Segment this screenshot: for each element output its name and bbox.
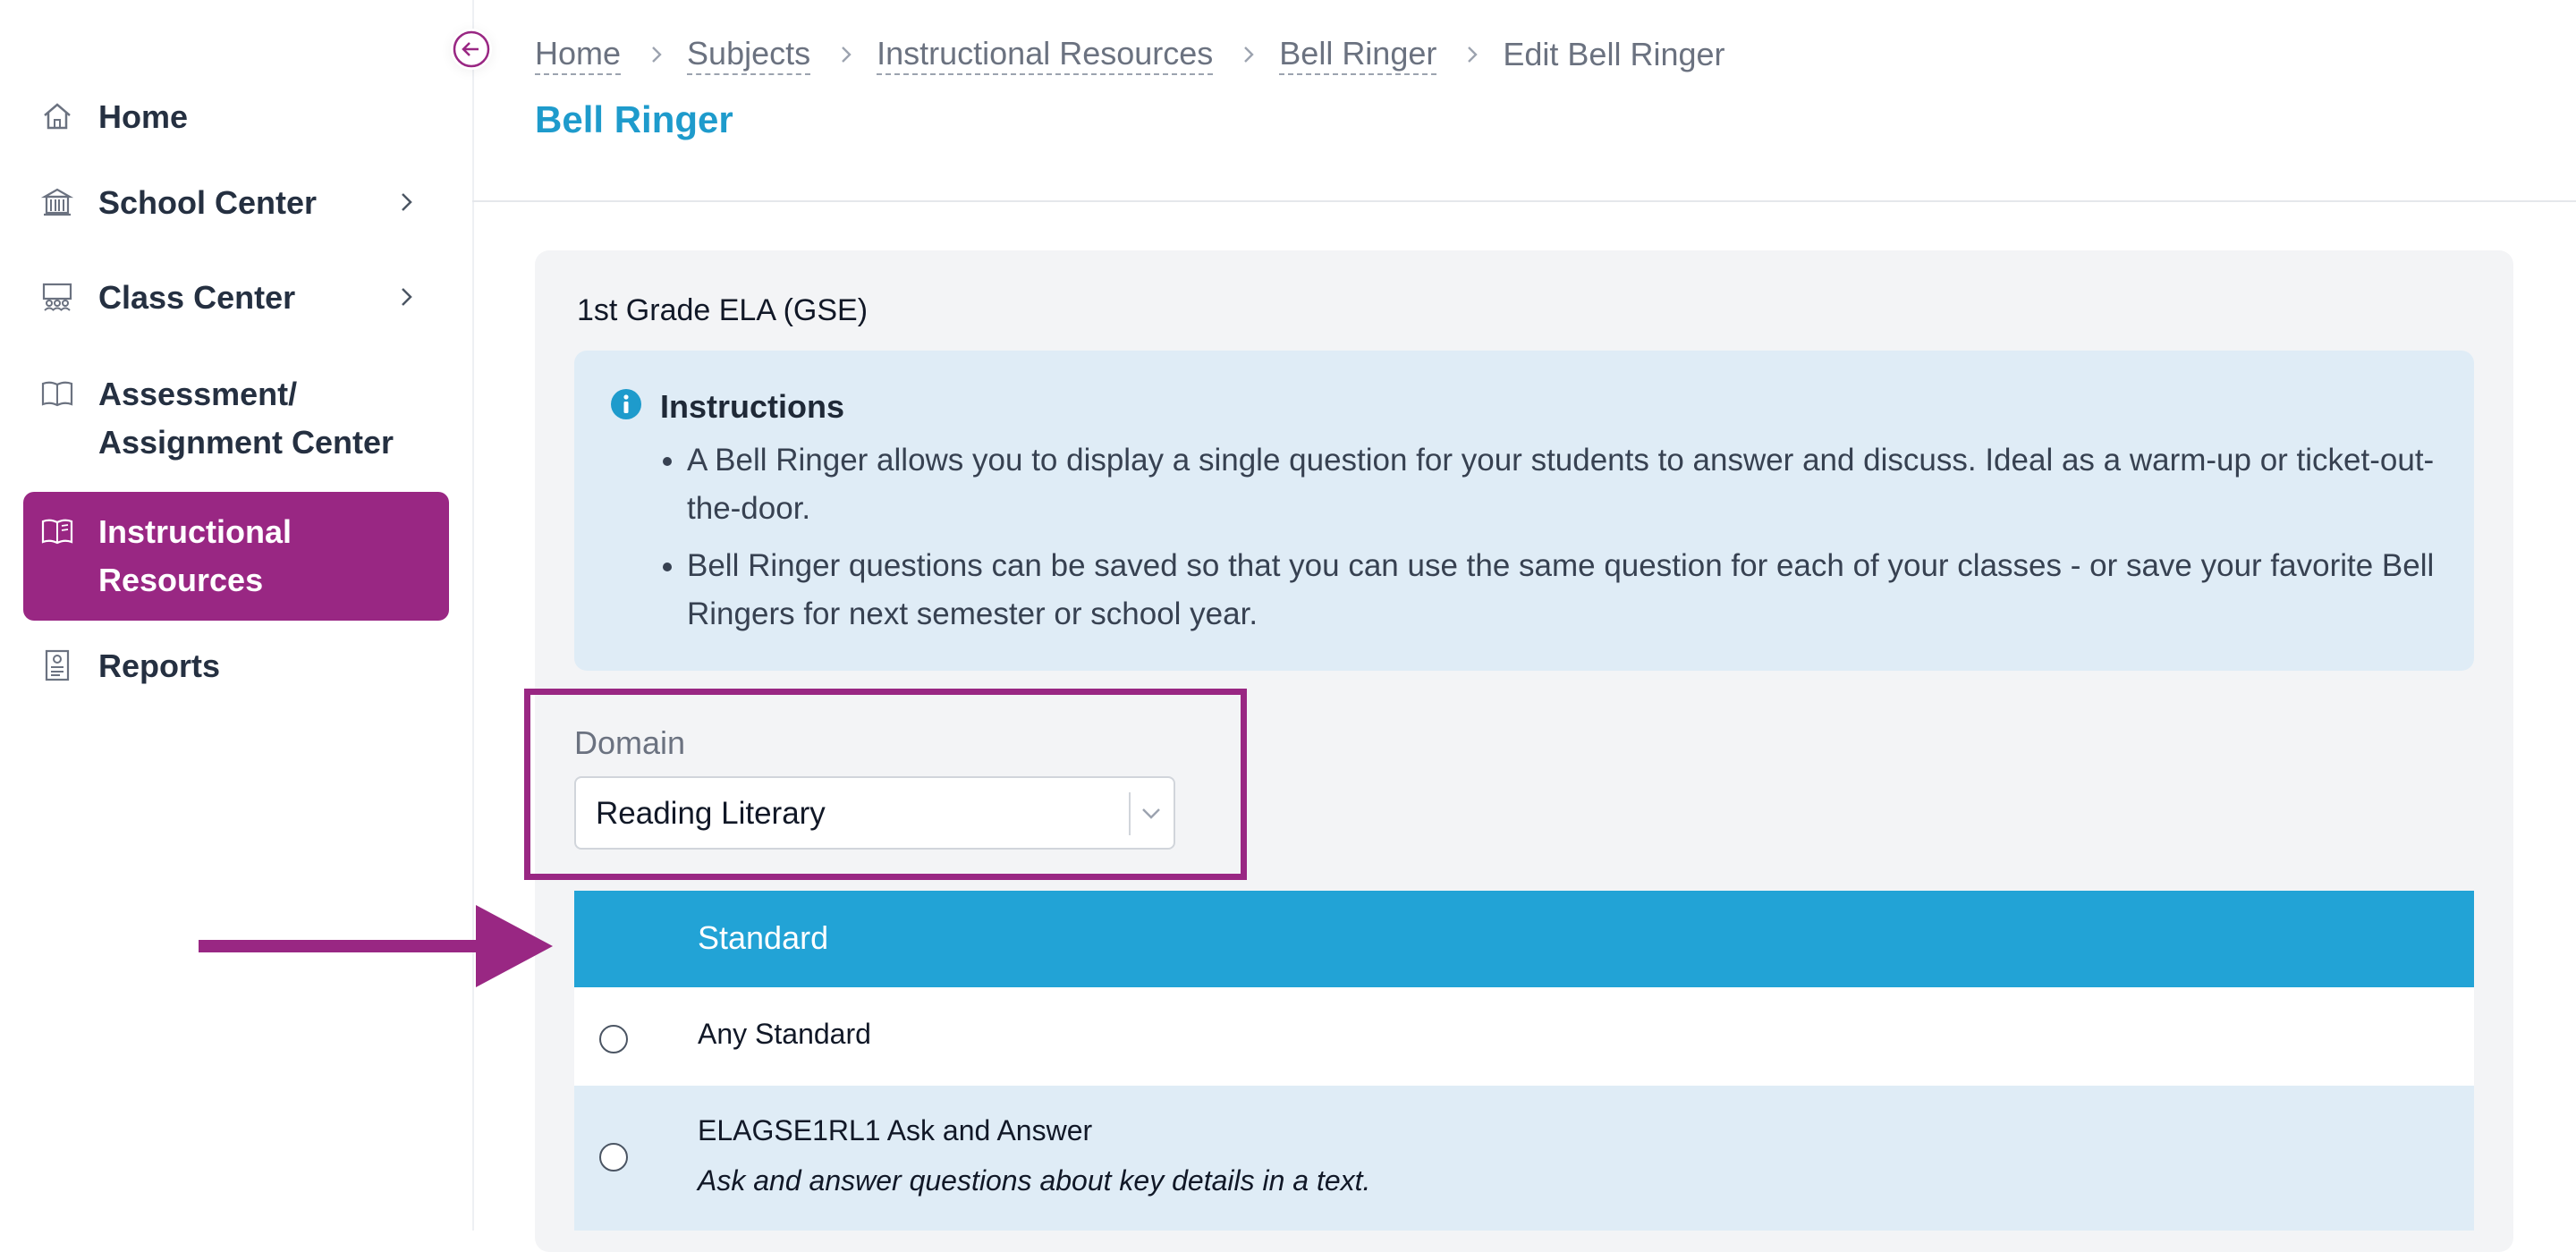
school-icon: [40, 188, 74, 216]
chevron-right-icon: [1468, 47, 1479, 63]
instruction-item: Bell Ringer questions can be saved so th…: [687, 542, 2467, 639]
breadcrumb-home[interactable]: Home: [535, 34, 622, 75]
breadcrumb-bell-ringer[interactable]: Bell Ringer: [1279, 34, 1437, 75]
domain-select-value: Reading Literary: [596, 796, 826, 831]
standard-table-header: Standard: [574, 891, 2474, 987]
info-icon: [611, 389, 641, 419]
chevron-right-icon: [842, 47, 852, 63]
home-icon: [44, 103, 71, 130]
sidebar: Home School Center Class Center Assessme…: [0, 0, 474, 1231]
breadcrumb-subjects[interactable]: Subjects: [687, 34, 811, 75]
instructions-list: A Bell Ringer allows you to display a si…: [657, 436, 2467, 647]
report-icon: [45, 649, 70, 681]
standard-description: Ask and answer questions about key detai…: [698, 1164, 1371, 1197]
standard-title: Any Standard: [698, 1018, 871, 1050]
table-row[interactable]: Any Standard: [574, 987, 2474, 1086]
annotation-arrow-icon: [199, 905, 553, 987]
book-open-icon: [41, 519, 73, 545]
standard-title: ELAGSE1RL1 Ask and Answer: [698, 1114, 1093, 1146]
domain-select[interactable]: Reading Literary: [574, 776, 1175, 850]
sidebar-item-label: Home: [98, 98, 189, 135]
standard-column-header: Standard: [698, 919, 829, 956]
sidebar-item-class-center[interactable]: Class Center: [23, 274, 449, 322]
sidebar-item-home[interactable]: Home: [23, 93, 449, 141]
subject-label: 1st Grade ELA (GSE): [577, 293, 869, 327]
collapse-sidebar-button[interactable]: [451, 29, 492, 70]
standard-radio[interactable]: [599, 1025, 628, 1053]
domain-label: Domain: [574, 724, 686, 761]
instructions-panel: Instructions A Bell Ringer allows you to…: [574, 351, 2474, 671]
chevron-right-icon: [402, 193, 412, 211]
sidebar-item-school-center[interactable]: School Center: [23, 179, 449, 227]
page-title: Bell Ringer: [535, 98, 733, 140]
arrow-left-circle-icon: [453, 30, 490, 68]
instructions-title: Instructions: [660, 388, 845, 425]
book-open-icon: [41, 381, 73, 407]
classroom-icon: [42, 283, 72, 311]
sidebar-item-label: Instructional Resources: [98, 513, 292, 598]
chevron-right-icon: [1244, 47, 1254, 63]
chevron-down-icon: [1142, 808, 1160, 819]
sidebar-item-label: Reports: [98, 647, 221, 684]
instruction-item: A Bell Ringer allows you to display a si…: [687, 436, 2467, 533]
breadcrumb-current: Edit Bell Ringer: [1503, 36, 1725, 72]
table-row[interactable]: ELAGSE1RL1 Ask and Answer Ask and answer…: [574, 1086, 2474, 1231]
standard-radio[interactable]: [599, 1143, 628, 1172]
select-divider: [1129, 792, 1131, 835]
sidebar-item-reports[interactable]: Reports: [23, 642, 449, 690]
chevron-right-icon: [652, 47, 662, 63]
sidebar-item-assessment-center[interactable]: Assessment/ Assignment Center: [23, 370, 449, 467]
breadcrumb-instructional-resources[interactable]: Instructional Resources: [877, 34, 1214, 75]
header-divider: [472, 200, 2576, 202]
sidebar-item-label: Assessment/ Assignment Center: [98, 376, 394, 461]
chevron-right-icon: [402, 288, 412, 306]
sidebar-item-instructional-resources[interactable]: Instructional Resources: [23, 492, 449, 621]
breadcrumb: Home Subjects Instructional Resources Be…: [535, 34, 1725, 75]
